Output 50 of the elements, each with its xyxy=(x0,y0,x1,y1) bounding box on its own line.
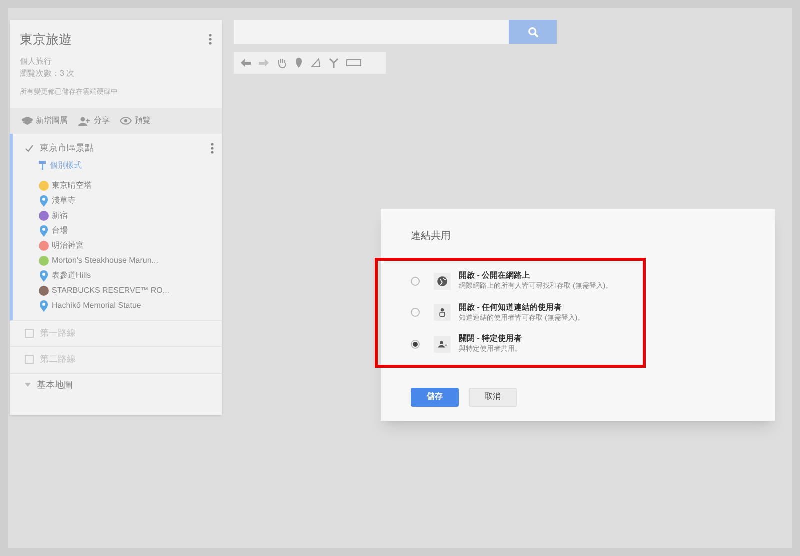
map-title[interactable]: 東京旅遊 xyxy=(20,30,72,50)
place-item[interactable]: 淺草寺 xyxy=(52,194,76,206)
dialog-title: 連結共用 xyxy=(411,230,452,244)
globe-icon xyxy=(434,272,451,290)
radio-button[interactable] xyxy=(411,308,420,318)
radio-button[interactable] xyxy=(411,276,420,286)
place-item[interactable]: 明治神宮 xyxy=(52,240,84,252)
layer-checkbox[interactable] xyxy=(25,328,34,338)
route-icon[interactable] xyxy=(328,57,340,69)
radio-button[interactable] xyxy=(411,340,420,349)
place-item[interactable]: 表參道Hills xyxy=(52,270,92,282)
layers-icon xyxy=(22,116,33,126)
ruler-icon[interactable] xyxy=(346,59,362,67)
panel-action-button[interactable]: 新增圖層 xyxy=(22,115,68,127)
line-icon[interactable] xyxy=(310,57,322,69)
map-subtitle[interactable]: 個人旅行 xyxy=(20,56,212,68)
search-field[interactable] xyxy=(234,20,509,44)
layer-checkbox[interactable] xyxy=(25,144,34,154)
more-options-icon[interactable] xyxy=(211,143,214,154)
place-item[interactable]: STARBUCKS RESERVE™ RO... xyxy=(52,284,170,296)
caret-icon[interactable] xyxy=(25,383,31,388)
base-map-label[interactable]: 基本地圖 xyxy=(37,378,73,392)
option-title: 開啟 - 任何知道連結的使用者 xyxy=(459,302,564,314)
cancel-button[interactable]: 取消 xyxy=(469,388,517,406)
layer-checkbox[interactable] xyxy=(25,355,34,364)
person-icon xyxy=(434,304,451,322)
place-item[interactable]: 台場 xyxy=(52,224,68,236)
option-title: 開啟 - 公開在網路上 xyxy=(459,270,532,282)
save-button[interactable]: 儲存 xyxy=(411,388,459,406)
layer-name[interactable]: 東京市區景點 xyxy=(40,142,94,156)
add-person-icon xyxy=(78,116,91,126)
marker-icon[interactable] xyxy=(294,57,304,69)
place-item[interactable]: Morton's Steakhouse Marun... xyxy=(52,254,158,266)
eye-icon xyxy=(120,117,132,125)
panel-action-button[interactable]: 分享 xyxy=(78,115,110,127)
paint-roller-icon xyxy=(39,161,46,170)
more-options-icon[interactable] xyxy=(209,34,212,46)
undo-icon[interactable] xyxy=(240,58,252,68)
panel-action-button[interactable]: 預覽 xyxy=(120,115,151,127)
hand-icon[interactable] xyxy=(276,57,288,69)
place-item[interactable]: 東京晴空塔 xyxy=(52,180,92,192)
option-title: 關閉 - 特定使用者 xyxy=(459,333,522,345)
style-link[interactable]: 個別樣式 xyxy=(39,160,222,172)
place-item[interactable]: Hachikō Memorial Statue xyxy=(52,300,142,312)
search-icon xyxy=(528,26,538,38)
view-count: 瀏覽次數：3 次 xyxy=(20,68,76,80)
person-icon xyxy=(434,336,451,353)
place-item[interactable]: 新宿 xyxy=(52,210,68,222)
redo-icon[interactable] xyxy=(258,58,270,68)
search-button[interactable] xyxy=(509,20,557,44)
